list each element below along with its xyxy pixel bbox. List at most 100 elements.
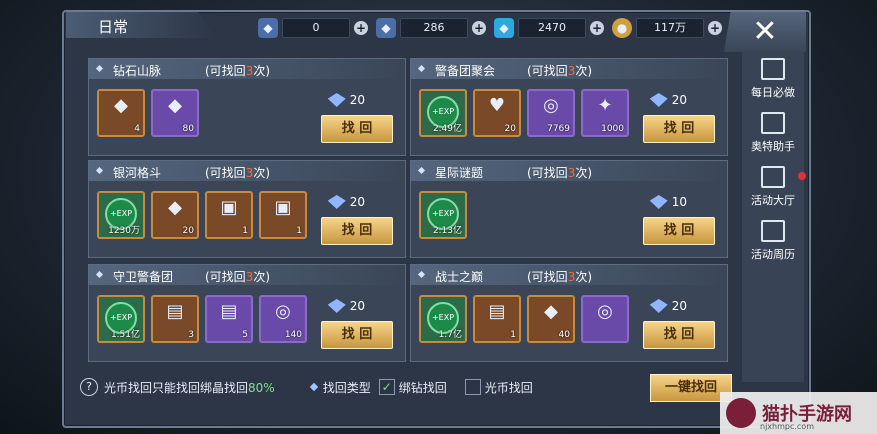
find-button[interactable]: 找 回 [643,321,715,349]
panel-times: (可找回3次) [527,166,593,180]
cost: 20 [327,93,365,107]
panel-times: (可找回3次) [205,166,271,180]
reward-item[interactable]: +EXP 2.13亿 [419,191,467,239]
diamond-icon: ◆ [494,18,514,38]
reward-item[interactable]: +EXP 1230万 [97,191,145,239]
panel-name: 守卫警备团 [113,270,174,284]
logo-icon [726,398,756,428]
reward-item[interactable]: ✦ 1000 [581,89,629,137]
diamond-bullet-icon [417,270,426,279]
reward-item[interactable]: +EXP 1.51亿 [97,295,145,343]
option-coin-label: 光币找回 [484,380,533,395]
type-label: 找回类型 [322,380,371,395]
panel-times: (可找回3次) [527,64,593,78]
side-menu: 每日必做 奥特助手 活动大厅 活动周历 [742,52,804,382]
side-item-helper[interactable]: 奥特助手 [742,106,804,160]
helper-icon [761,112,785,134]
add-icon[interactable]: + [354,21,368,35]
title-tab: 日常 [66,12,216,38]
watermark: 猫扑手游网 njxhmpc.com [720,392,877,434]
panel-name: 银河格斗 [113,166,162,180]
reward-item[interactable]: ▤ 5 [205,295,253,343]
calendar-icon [761,220,785,242]
panel-name: 警备团聚会 [435,64,496,78]
option-bind-diamond-label: 绑钻找回 [398,380,447,395]
resource-diamond: ◆ 2470 + [494,18,604,38]
bind-diamond-icon [327,93,346,107]
reward-item[interactable]: ▤ 1 [473,295,521,343]
resource-bind-diamond-2: ◆ 286 + [376,18,486,38]
reward-item[interactable]: ♥ 20 [473,89,521,137]
add-icon[interactable]: + [708,21,722,35]
cost: 10 [649,195,687,209]
panel-5: 战士之巅 (可找回3次) +EXP 1.7亿 ▤ 1 ◆ 40 ◎ 20 找 回 [410,264,728,362]
diamond-bullet-icon [95,270,104,279]
resource-value: 117万 [636,18,704,38]
side-item-hall[interactable]: 活动大厅 [742,160,804,214]
book-icon [761,58,785,80]
side-item-weekly[interactable]: 活动周历 [742,214,804,268]
panel-times: (可找回3次) [205,64,271,78]
find-button[interactable]: 找 回 [643,217,715,245]
option-coin-checkbox[interactable] [464,379,481,395]
cost: 20 [649,93,687,107]
cost: 20 [327,195,365,209]
coin-icon: ● [612,18,632,38]
reward-list: +EXP 2.49亿 ♥ 20 ◎ 7769 ✦ 1000 [419,89,635,137]
reward-list: +EXP 1.51亿 ▤ 3 ▤ 5 ◎ 140 [97,295,313,343]
panel-4: 守卫警备团 (可找回3次) +EXP 1.51亿 ▤ 3 ▤ 5 ◎ 140 20 找 … [88,264,406,362]
close-button[interactable]: ✕ [724,12,806,52]
bind-diamond-icon: ◆ [376,18,396,38]
bind-diamond-icon [649,195,668,209]
option-bind-diamond-checkbox[interactable]: ✓ [378,379,395,395]
reward-item[interactable]: ▤ 3 [151,295,199,343]
cost: 20 [649,299,687,313]
diamond-bullet-icon [95,166,104,175]
find-button[interactable]: 找 回 [321,217,393,245]
diamond-bullet-icon [309,382,318,392]
add-icon[interactable]: + [472,21,486,35]
find-button[interactable]: 找 回 [321,115,393,143]
panel-0: 钻石山脉 (可找回3次) ◆ 4 ◆ 80 20 找 回 [88,58,406,156]
panel-times: (可找回3次) [205,270,271,284]
panel-3: 星际谜题 (可找回3次) +EXP 2.13亿 10 找 回 [410,160,728,258]
reward-item[interactable]: ◎ 140 [259,295,307,343]
reward-item[interactable]: ◆ 20 [151,191,199,239]
resource-coin: ● 117万 + [612,18,722,38]
panel-name: 战士之巅 [435,270,484,284]
reward-item[interactable]: ◆ 80 [151,89,199,137]
reward-item[interactable]: ▣ 1 [205,191,253,239]
resource-bar: ◆ 0 + ◆ 286 + ◆ 2470 + ● 117万 + [258,16,722,40]
reward-list: +EXP 1230万 ◆ 20 ▣ 1 ▣ 1 [97,191,313,239]
side-item-daily[interactable]: 每日必做 [742,52,804,106]
calendar-icon [761,166,785,188]
reward-item[interactable]: ▣ 1 [259,191,307,239]
diamond-bullet-icon [417,64,426,73]
panel-2: 银河格斗 (可找回3次) +EXP 1230万 ◆ 20 ▣ 1 ▣ 1 20 找 回 [88,160,406,258]
panel-1: 警备团聚会 (可找回3次) +EXP 2.49亿 ♥ 20 ◎ 7769 ✦ 1000 … [410,58,728,156]
reward-item[interactable]: ◆ 40 [527,295,575,343]
find-button[interactable]: 找 回 [643,115,715,143]
reward-item[interactable]: +EXP 2.49亿 [419,89,467,137]
reward-list: ◆ 4 ◆ 80 [97,89,205,137]
reward-item[interactable]: ◎ 7769 [527,89,575,137]
bottom-bar: ? 光币找回只能找回绑晶找回80% 找回类型 ✓ 绑钻找回 光币找回 [80,374,740,400]
panel-name: 星际谜题 [435,166,484,180]
find-button[interactable]: 找 回 [321,321,393,349]
bind-diamond-icon [327,195,346,209]
help-icon[interactable]: ? [80,378,98,396]
bind-diamond-icon [649,93,668,107]
reward-list: +EXP 2.13亿 [419,191,473,239]
resource-value: 2470 [518,18,586,38]
reward-item[interactable]: ◎ [581,295,629,343]
add-icon[interactable]: + [590,21,604,35]
resource-value: 0 [282,18,350,38]
reward-item[interactable]: +EXP 1.7亿 [419,295,467,343]
reward-item[interactable]: ◆ 4 [97,89,145,137]
diamond-bullet-icon [95,64,104,73]
bind-diamond-icon [649,299,668,313]
diamond-bullet-icon [417,166,426,175]
close-icon: ✕ [752,14,778,49]
panel-times: (可找回3次) [527,270,593,284]
cost: 20 [327,299,365,313]
